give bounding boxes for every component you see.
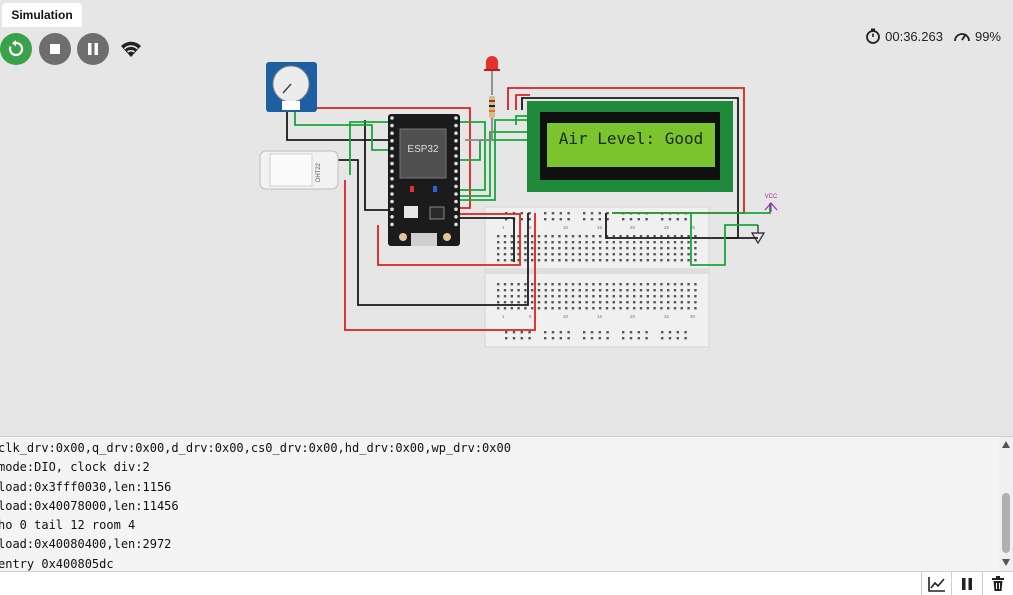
serial-line: load:0x3fff0030,len:1156	[0, 479, 172, 494]
svg-text:30: 30	[690, 314, 696, 319]
ground-symbol[interactable]	[750, 225, 766, 245]
svg-text:20: 20	[630, 314, 636, 319]
svg-text:25: 25	[664, 314, 670, 319]
svg-text:15: 15	[597, 314, 603, 319]
serial-line: load:0x40080400,len:2972	[0, 537, 172, 552]
circuit-canvas: 115510101515202025253030 DHT22 ESP32 Air…	[259, 56, 778, 348]
pause-icon	[961, 577, 972, 590]
potentiometer[interactable]	[266, 62, 317, 112]
scrollbar[interactable]	[999, 437, 1013, 571]
red-led[interactable]	[484, 56, 500, 71]
esp32-board[interactable]: ESP32	[388, 114, 460, 246]
pause-serial-button[interactable]	[951, 572, 981, 595]
svg-text:25: 25	[664, 225, 670, 230]
svg-text:10: 10	[563, 225, 569, 230]
trash-icon	[991, 575, 1004, 591]
simulator-app: Simulation 00:36.263 99% 1 1 5 5 10 10 1…	[0, 0, 1013, 595]
vcc-label: VCC	[765, 194, 778, 200]
serial-line: entry 0x400805dc	[0, 556, 114, 571]
serial-output: clk_drv:0x00,q_drv:0x00,d_drv:0x00,cs0_d…	[0, 439, 511, 571]
serial-input-bar	[0, 571, 1013, 595]
serial-monitor[interactable]: clk_drv:0x00,q_drv:0x00,d_drv:0x00,cs0_d…	[0, 436, 1013, 571]
serial-line: ho 0 tail 12 room 4	[0, 518, 136, 533]
svg-text:20: 20	[630, 225, 636, 230]
dht-label: DHT22	[316, 162, 322, 182]
breadboard[interactable]: 115510101515202025253030	[484, 206, 710, 348]
serial-line: load:0x40078000,len:11456	[0, 498, 179, 513]
svg-text:15: 15	[597, 225, 603, 230]
chart-icon	[927, 576, 945, 592]
serial-line: mode:DIO, clock div:2	[0, 460, 150, 475]
vcc-symbol[interactable]: VCC	[764, 194, 778, 212]
serial-input[interactable]	[0, 572, 920, 595]
scroll-up-icon[interactable]	[1002, 441, 1010, 448]
scroll-thumb[interactable]	[1002, 493, 1010, 553]
lcd-display[interactable]: Air Level: Good	[527, 101, 733, 192]
clear-serial-button[interactable]	[982, 572, 1012, 595]
svg-text:10: 10	[563, 314, 569, 319]
plotter-button[interactable]	[921, 572, 951, 595]
serial-line: clk_drv:0x00,q_drv:0x00,d_drv:0x00,cs0_d…	[0, 441, 511, 455]
scroll-down-icon[interactable]	[1002, 559, 1010, 566]
lcd-text: Air Level: Good	[559, 129, 704, 148]
dht22-sensor[interactable]: DHT22	[259, 150, 339, 190]
resistor[interactable]	[489, 96, 495, 118]
esp-label: ESP32	[407, 144, 439, 155]
